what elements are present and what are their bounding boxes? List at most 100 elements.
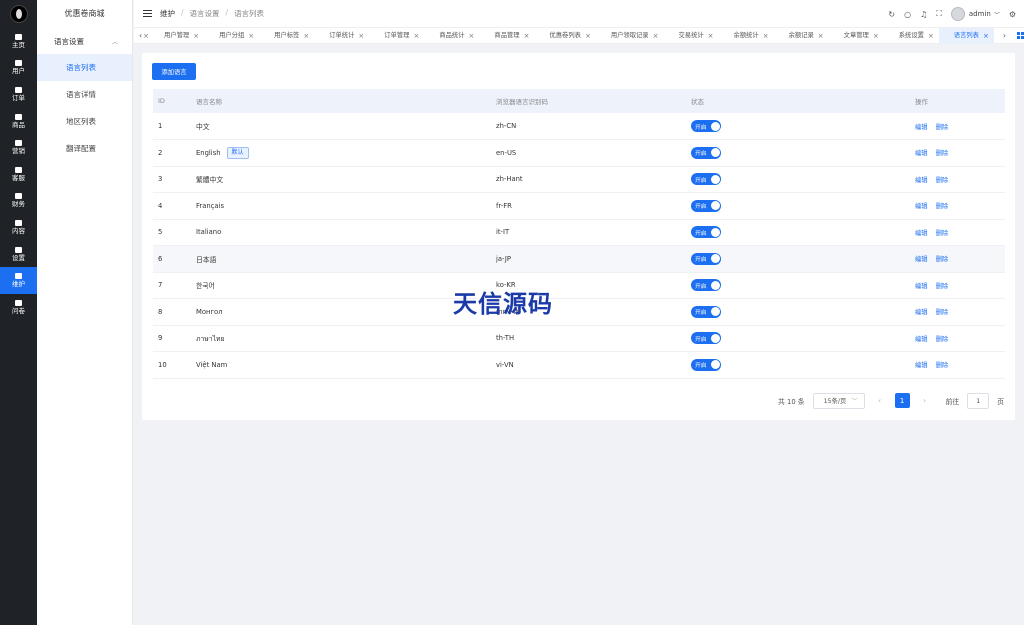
close-icon[interactable]: × (303, 28, 309, 44)
language-name: 日本語 (196, 255, 217, 264)
breadcrumb-item[interactable]: 语言设置 (190, 8, 220, 19)
tab[interactable]: 订单统计 × (314, 28, 369, 44)
status-toggle[interactable]: 开启 (691, 120, 721, 132)
search-icon[interactable]: ○ (904, 10, 911, 19)
app-logo[interactable] (0, 0, 37, 28)
breadcrumb-item[interactable]: 维护 (160, 8, 175, 19)
status-toggle[interactable]: 开启 (691, 226, 721, 239)
tab[interactable]: 商品统计 × (424, 28, 479, 44)
status-toggle[interactable]: 开启 (691, 252, 721, 265)
fullscreen-icon[interactable]: ⛶ (936, 9, 942, 19)
edit-link[interactable]: 编辑 (915, 309, 928, 316)
delete-link[interactable]: 删除 (936, 256, 949, 263)
submenu-item[interactable]: 地区列表 (37, 108, 132, 135)
close-icon[interactable]: × (469, 28, 475, 44)
status-toggle[interactable]: 开启 (691, 199, 721, 212)
status-toggle[interactable]: 开启 (691, 358, 721, 371)
close-icon[interactable]: × (818, 28, 824, 44)
grid-menu-icon[interactable] (1016, 32, 1024, 39)
delete-link[interactable]: 删除 (936, 124, 949, 131)
menu-group-language-settings[interactable]: 语言设置 ︿ (37, 28, 132, 54)
refresh-icon[interactable]: ↻ (888, 10, 895, 19)
prev-page-icon[interactable]: ‹ (873, 396, 887, 405)
goto-page-input[interactable]: 1 (967, 392, 990, 409)
rail-item-1[interactable]: 用户 (0, 55, 37, 82)
tab[interactable]: 用户分组 × (204, 28, 259, 44)
tab[interactable]: 文章管理 × (829, 28, 884, 44)
close-icon[interactable]: × (358, 28, 364, 44)
edit-link[interactable]: 编辑 (915, 150, 928, 157)
status-toggle[interactable]: 开启 (691, 146, 721, 159)
delete-link[interactable]: 删除 (936, 150, 949, 157)
rail-item-7[interactable]: 内容 (0, 214, 37, 241)
rail-item-4[interactable]: 营销 (0, 134, 37, 161)
tab[interactable]: 商品管理 × (479, 28, 534, 44)
tab[interactable]: 用户标签 × (259, 28, 314, 44)
page-number-current[interactable]: 1 (894, 393, 910, 408)
tab[interactable]: 余额统计 × (719, 28, 774, 44)
rail-item-6[interactable]: 财务 (0, 188, 37, 215)
close-icon[interactable]: × (413, 28, 419, 44)
submenu-item[interactable]: 语言详情 (37, 81, 132, 108)
edit-link[interactable]: 编辑 (915, 362, 928, 369)
close-icon[interactable]: × (653, 28, 659, 44)
close-icon[interactable]: × (193, 28, 199, 44)
close-icon[interactable]: × (708, 28, 714, 44)
edit-link[interactable]: 编辑 (915, 230, 928, 237)
cell-status: 开启 (691, 192, 915, 220)
delete-link[interactable]: 删除 (936, 230, 949, 237)
rail-item-8[interactable]: 设置 (0, 241, 37, 268)
edit-link[interactable]: 编辑 (915, 203, 928, 210)
close-icon[interactable]: × (248, 28, 254, 44)
edit-link[interactable]: 编辑 (915, 124, 928, 131)
tab[interactable]: 系统设置 × (884, 28, 939, 44)
close-icon[interactable]: × (585, 28, 591, 44)
rail-item-10[interactable]: 问卷 (0, 294, 37, 321)
edit-link[interactable]: 编辑 (915, 336, 928, 343)
status-toggle[interactable]: 开启 (691, 305, 721, 318)
avatar[interactable] (950, 7, 965, 21)
page-size-select[interactable]: 15条/页 ﹀ (812, 392, 865, 409)
toggle-knob (710, 121, 720, 131)
menu-toggle-icon[interactable] (143, 10, 152, 17)
delete-link[interactable]: 删除 (936, 336, 949, 343)
delete-link[interactable]: 删除 (936, 283, 949, 290)
edit-link[interactable]: 编辑 (915, 256, 928, 263)
edit-link[interactable]: 编辑 (915, 177, 928, 184)
chevron-down-icon[interactable]: ﹀ (994, 10, 1000, 19)
submenu-item[interactable]: 翻译配置 (37, 135, 132, 162)
status-toggle[interactable]: 开启 (691, 173, 721, 186)
rail-item-5[interactable]: 客服 (0, 161, 37, 188)
close-icon[interactable]: × (983, 28, 989, 44)
tab[interactable]: 订单管理 × (369, 28, 424, 44)
delete-link[interactable]: 删除 (936, 362, 949, 369)
add-language-button[interactable]: 添加语言 (152, 63, 196, 80)
gear-icon[interactable]: ⚙ (1009, 10, 1016, 19)
close-icon[interactable]: × (763, 28, 769, 44)
delete-link[interactable]: 删除 (936, 203, 949, 210)
tab[interactable]: 优惠卷列表 × (534, 28, 595, 44)
tab[interactable]: 用户管理 × (149, 28, 204, 44)
tab[interactable]: 交易统计 × (663, 28, 718, 44)
notification-bell-icon[interactable]: ♫ (920, 10, 927, 19)
status-toggle[interactable]: 开启 (691, 279, 721, 292)
delete-link[interactable]: 删除 (936, 177, 949, 184)
delete-link[interactable]: 删除 (936, 309, 949, 316)
breadcrumb-separator: / (225, 8, 229, 17)
rail-item-9[interactable]: 维护 (0, 267, 37, 294)
status-toggle[interactable]: 开启 (691, 332, 721, 345)
submenu-item[interactable]: 语言列表 (37, 54, 132, 81)
edit-link[interactable]: 编辑 (915, 283, 928, 290)
close-icon[interactable]: × (873, 28, 879, 44)
tab[interactable]: 用户领取记录 × (596, 28, 664, 44)
close-icon[interactable]: × (928, 28, 934, 44)
rail-item-3[interactable]: 商品 (0, 108, 37, 135)
close-icon[interactable]: × (524, 28, 530, 44)
tabs-scroll-right-icon[interactable]: › (998, 31, 1011, 40)
rail-item-2[interactable]: 订单 (0, 81, 37, 108)
next-page-icon[interactable]: › (918, 396, 932, 405)
tab[interactable]: 余额记录 × (774, 28, 829, 44)
rail-item-0[interactable]: 主页 (0, 28, 37, 55)
tab[interactable]: 语言列表 × (938, 27, 994, 44)
user-name[interactable]: admin (969, 10, 991, 18)
